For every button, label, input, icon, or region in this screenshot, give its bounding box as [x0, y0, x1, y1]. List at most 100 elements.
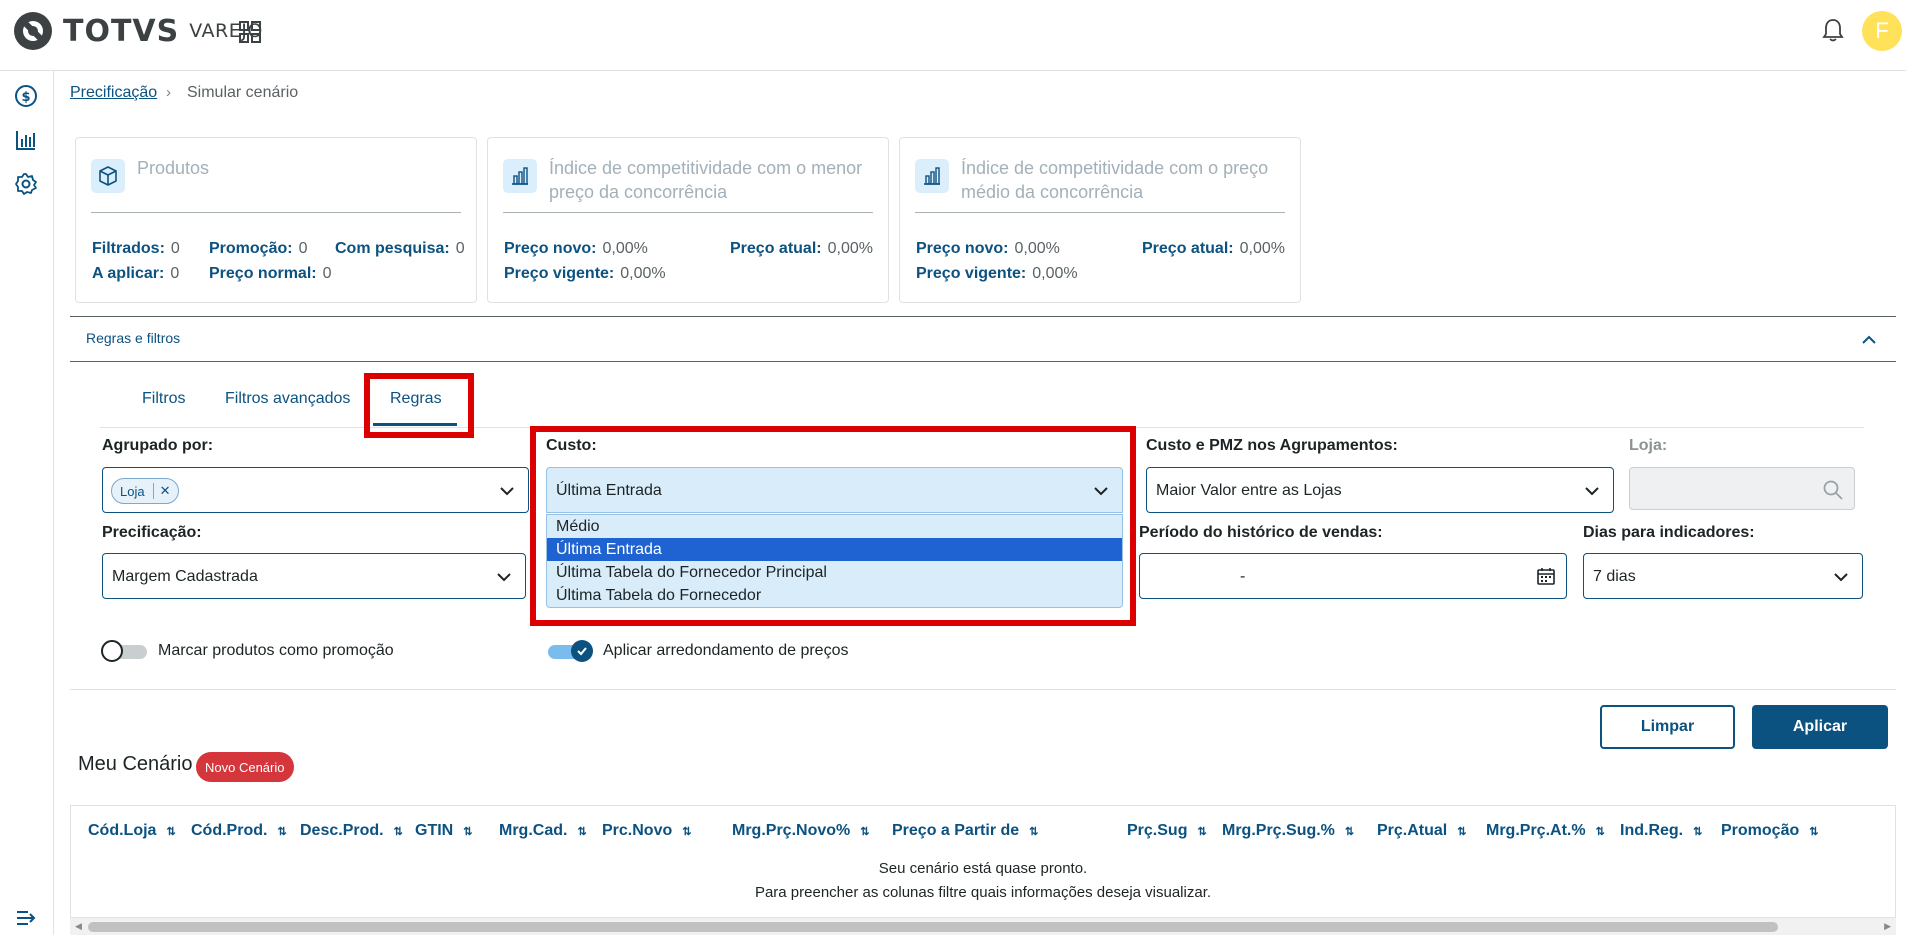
precificacao-select[interactable]: Margem Cadastrada [102, 553, 526, 599]
stat-preco-normal: Preço normal: 0 [209, 265, 332, 282]
column-header[interactable]: Prc.Novo ⇅ [602, 822, 691, 840]
precificacao-value: Margem Cadastrada [112, 568, 258, 585]
stat-a-aplicar: A aplicar: 0 [92, 265, 180, 282]
top-bar: TOTVS VAREJO F [0, 0, 1906, 71]
breadcrumb-parent-link[interactable]: Precificação [70, 84, 157, 102]
toggle-marcar-promocao[interactable] [101, 640, 149, 662]
dias-value: 7 dias [1593, 568, 1636, 585]
dollar-icon[interactable]: $ [14, 84, 38, 108]
gear-icon[interactable] [14, 172, 38, 196]
scroll-right-icon[interactable]: ▶ [1884, 921, 1891, 932]
stat-preco-vigente: Preço vigente: 0,00% [504, 265, 666, 282]
toggle-knob [101, 640, 123, 662]
tab-filtros-avancados[interactable]: Filtros avançados [225, 390, 350, 408]
agrupado-label: Agrupado por: [102, 437, 214, 454]
chip-loja: Loja ✕ [111, 478, 180, 504]
column-header[interactable]: Ind.Reg. ⇅ [1620, 822, 1702, 840]
stat-preco-novo: Preço novo: 0,00% [916, 240, 1060, 257]
column-header[interactable]: Mrg.Cad. ⇅ [499, 822, 587, 840]
column-header[interactable]: Cód.Prod. ⇅ [191, 822, 287, 840]
loja-search-input [1629, 467, 1855, 510]
chevron-up-icon[interactable] [1860, 331, 1878, 349]
custo-value: Última Entrada [556, 482, 662, 499]
table-body: Seu cenário está quase pronto. Para pree… [71, 854, 1895, 924]
column-header[interactable]: Prç.Sug ⇅ [1127, 822, 1207, 840]
clear-button[interactable]: Limpar [1600, 705, 1735, 749]
calendar-icon[interactable] [1536, 566, 1556, 586]
tab-filtros[interactable]: Filtros [142, 390, 186, 408]
column-header[interactable]: Preço a Partir de ⇅ [892, 822, 1038, 840]
column-header[interactable]: Mrg.Prç.At.% ⇅ [1486, 822, 1605, 840]
column-header[interactable]: Cód.Loja ⇅ [88, 822, 176, 840]
column-header[interactable]: Desc.Prod. ⇅ [300, 822, 403, 840]
option-ultima-tabela-fornecedor[interactable]: Última Tabela do Fornecedor [547, 584, 1122, 607]
breadcrumb-separator-icon: › [166, 84, 171, 101]
column-header[interactable]: Mrg.Prç.Novo% ⇅ [732, 822, 869, 840]
option-medio[interactable]: Médio [547, 515, 1122, 538]
periodo-label: Período do histórico de vendas: [1139, 524, 1383, 541]
svg-text:$: $ [21, 90, 30, 105]
chip-remove-icon[interactable]: ✕ [152, 483, 170, 499]
stat-filtrados: Filtrados: 0 [92, 240, 180, 257]
custo-select[interactable]: Última Entrada [546, 467, 1123, 513]
logo[interactable]: TOTVS VAREJO [12, 10, 263, 52]
apply-button[interactable]: Aplicar [1752, 705, 1888, 749]
tab-bar: Filtros Filtros avançados Regras [100, 375, 1864, 428]
avatar[interactable]: F [1862, 11, 1902, 51]
custo-pmz-label: Custo e PMZ nos Agrupamentos: [1146, 437, 1398, 454]
chevron-down-icon[interactable] [495, 568, 513, 586]
scroll-left-icon[interactable]: ◀ [75, 921, 82, 932]
table-header: Cód.Loja ⇅ Cód.Prod. ⇅ Desc.Prod. ⇅ GTIN ⇅ M… [71, 806, 1895, 854]
toggle-arredondamento-label: Aplicar arredondamento de preços [603, 642, 849, 659]
empty-message: Seu cenário está quase pronto. [878, 860, 1088, 877]
breadcrumb-current: Simular cenário [187, 84, 299, 101]
apps-grid-icon[interactable] [238, 20, 262, 44]
column-header[interactable]: GTIN ⇅ [415, 822, 472, 840]
status-badge: Novo Cenário [196, 752, 294, 782]
tab-regras[interactable]: Regras [373, 390, 457, 426]
side-nav: $ [0, 71, 54, 935]
card-divider [503, 212, 873, 213]
chevron-down-icon[interactable] [498, 482, 516, 500]
bar-chart-icon[interactable] [14, 128, 38, 152]
card-divider [915, 212, 1285, 213]
dias-label: Dias para indicadores: [1583, 524, 1755, 541]
accordion-regras-filtros[interactable]: Regras e filtros [70, 316, 1896, 362]
chevron-down-icon[interactable] [1832, 568, 1850, 586]
card-indice-menor-preco: Índice de competitividade com o menor pr… [487, 137, 889, 303]
scenario-title: Meu Cenário [78, 753, 193, 775]
periodo-date-input[interactable]: - [1139, 553, 1567, 599]
column-header[interactable]: Mrg.Prç.Sug.% ⇅ [1222, 822, 1354, 840]
check-icon [571, 640, 593, 662]
card-title: Índice de competitividade com o preço mé… [961, 158, 1269, 202]
custo-pmz-select[interactable]: Maior Valor entre as Lojas [1146, 467, 1614, 513]
horizontal-scrollbar[interactable]: ◀ ▶ [70, 917, 1896, 935]
notification-bell-icon[interactable] [1822, 18, 1844, 42]
brand-name: TOTVS [63, 13, 180, 49]
stat-preco-vigente: Preço vigente: 0,00% [916, 265, 1078, 282]
column-header[interactable]: Prç.Atual ⇅ [1377, 822, 1466, 840]
scrollbar-thumb[interactable] [88, 922, 1778, 932]
chevron-down-icon[interactable] [1092, 482, 1110, 500]
toggle-promocao-label: Marcar produtos como promoção [158, 642, 394, 659]
agrupado-select[interactable]: Loja ✕ [102, 467, 529, 513]
collapse-menu-icon[interactable] [14, 906, 38, 930]
card-title: Produtos [137, 158, 210, 178]
empty-hint: Para preencher as colunas filtre quais i… [754, 884, 1212, 901]
scenario-table: Cód.Loja ⇅ Cód.Prod. ⇅ Desc.Prod. ⇅ GTIN ⇅ M… [70, 805, 1896, 935]
dias-select[interactable]: 7 dias [1583, 553, 1863, 599]
box-icon [91, 159, 125, 193]
loja-label: Loja: [1629, 437, 1668, 454]
search-icon [1823, 480, 1843, 500]
toggle-arredondamento[interactable] [546, 640, 594, 662]
stat-preco-novo: Preço novo: 0,00% [504, 240, 648, 257]
option-ultima-entrada[interactable]: Última Entrada [547, 538, 1122, 561]
chevron-down-icon[interactable] [1583, 482, 1601, 500]
accordion-title: Regras e filtros [86, 330, 181, 346]
column-header[interactable]: Promoção ⇅ [1721, 822, 1818, 840]
totvs-logo-icon [14, 12, 52, 50]
section-divider [70, 689, 1896, 690]
card-produtos: Produtos Filtrados: 0 Promoção: 0 Com pesq… [75, 137, 477, 303]
option-ultima-tabela-fornecedor-principal[interactable]: Última Tabela do Fornecedor Principal [547, 561, 1122, 584]
stat-preco-atual: Preço atual: 0,00% [730, 240, 873, 257]
